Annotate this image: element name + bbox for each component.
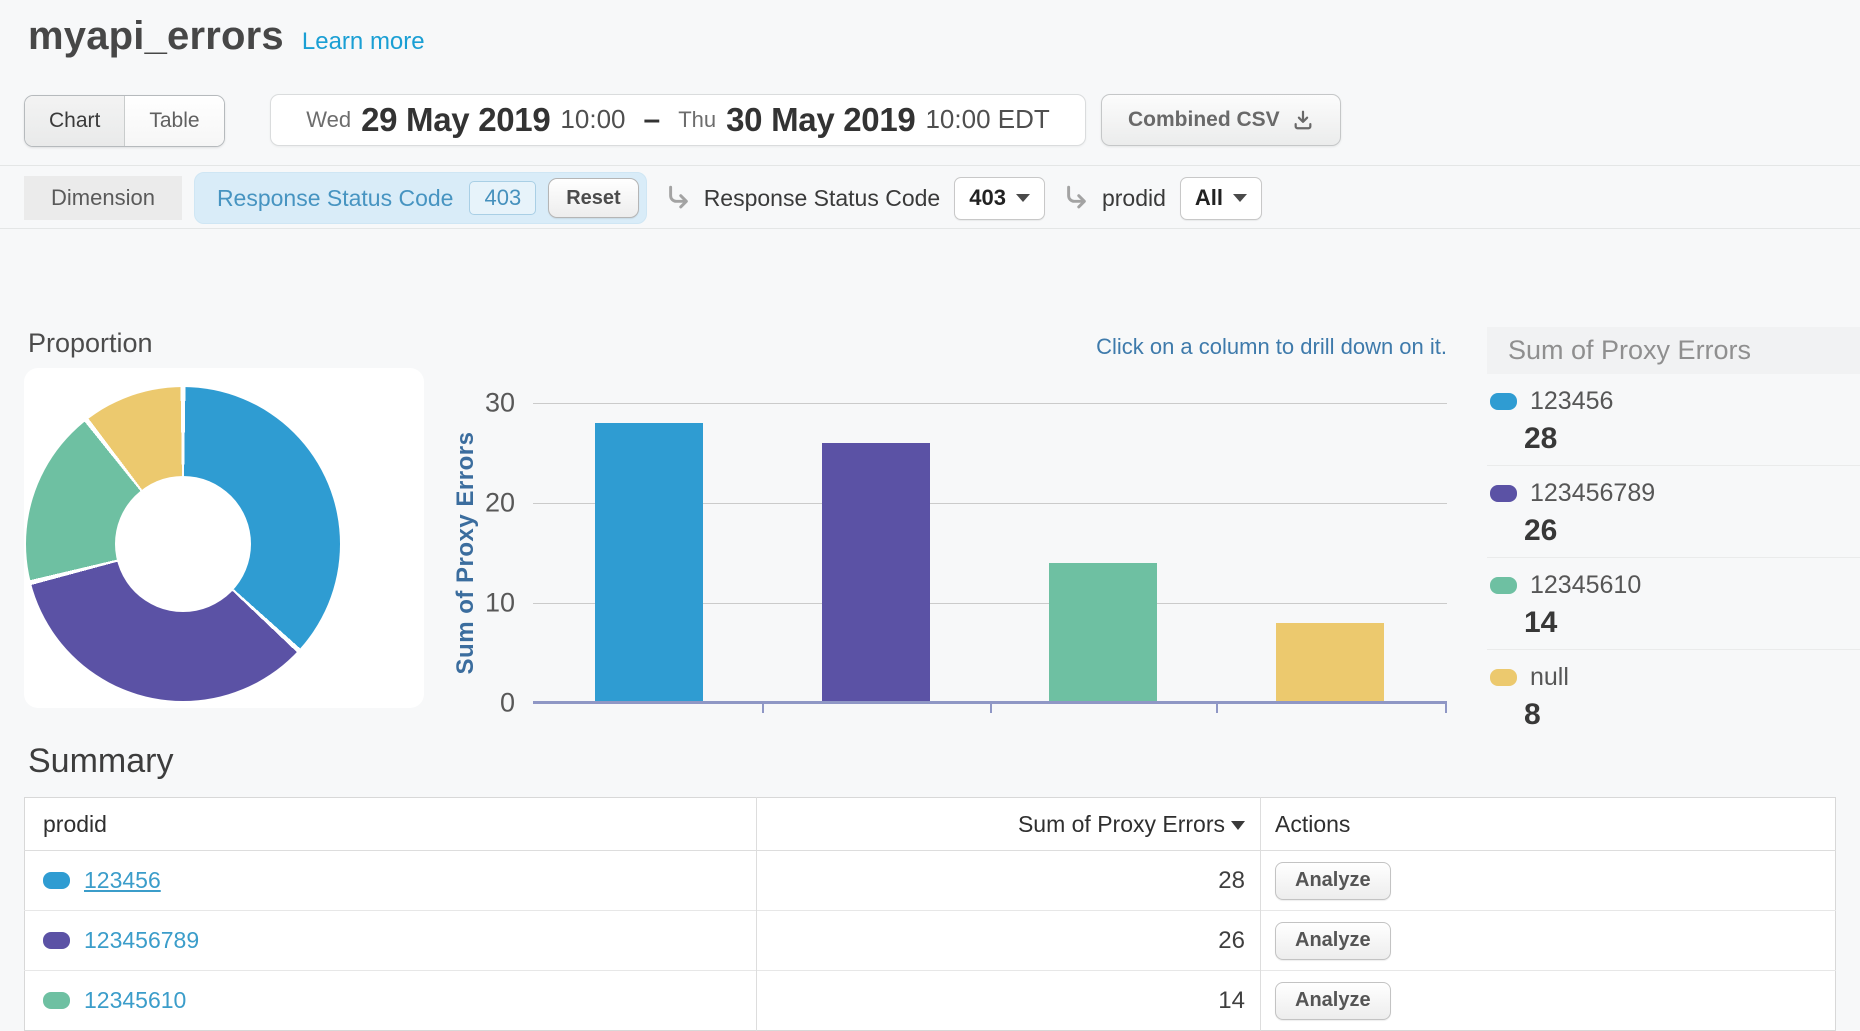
- drilldown-arrow-icon: [665, 185, 692, 212]
- prodid-dropdown[interactable]: All: [1180, 177, 1262, 220]
- active-filter-chip: Response Status Code 403 Reset: [194, 172, 647, 224]
- column-header-actions: Actions: [1261, 798, 1836, 851]
- dimension-label: Dimension: [24, 176, 182, 220]
- analyze-button[interactable]: Analyze: [1275, 862, 1391, 900]
- row-value: 14: [757, 971, 1261, 1031]
- date-range-picker[interactable]: Wed 29 May 2019 10:00 – Thu 30 May 2019 …: [270, 94, 1086, 146]
- chevron-down-icon: [1233, 194, 1247, 202]
- x-axis-tick: [990, 704, 992, 713]
- legend-label: null: [1530, 663, 1569, 692]
- summary-table: prodid Sum of Proxy Errors Actions 12345…: [24, 797, 1836, 1031]
- status-code-dropdown-value: 403: [969, 185, 1006, 211]
- report-header: myapi_errors Learn more: [28, 14, 425, 59]
- row-color-chip: [43, 932, 70, 949]
- tab-table[interactable]: Table: [124, 96, 223, 146]
- drilldown-dimension-name: prodid: [1102, 185, 1166, 212]
- legend-color-chip: [1490, 577, 1517, 594]
- table-row: 123456789 26 Analyze: [25, 911, 1836, 971]
- date-start-day: Wed: [306, 107, 351, 133]
- divider-top: [0, 165, 1860, 166]
- legend-label: 12345610: [1530, 571, 1641, 600]
- y-tick-label: 10: [390, 588, 515, 619]
- gridline: [533, 403, 1447, 404]
- x-axis-tick: [762, 704, 764, 713]
- prodid-dropdown-value: All: [1195, 185, 1223, 211]
- prodid-link[interactable]: 123456: [84, 867, 161, 894]
- combined-csv-label: Combined CSV: [1128, 108, 1280, 132]
- summary-title: Summary: [28, 742, 173, 781]
- download-icon: [1292, 109, 1314, 131]
- date-end-date: 30 May 2019: [726, 101, 915, 139]
- legend-color-chip: [1490, 669, 1517, 686]
- legend-entry: null 8: [1487, 650, 1860, 741]
- drilldown-arrow-icon: [1063, 185, 1090, 212]
- combined-csv-button[interactable]: Combined CSV: [1101, 94, 1341, 146]
- row-value: 26: [757, 911, 1261, 971]
- legend-entry: 123456 28: [1487, 374, 1860, 466]
- filter-value-badge: 403: [469, 181, 536, 215]
- legend-value: 14: [1524, 606, 1860, 640]
- bar-null[interactable]: [1276, 623, 1384, 703]
- dimension-bar: Dimension Response Status Code 403 Reset…: [24, 172, 1262, 224]
- drilldown-hint: Click on a column to drill down on it.: [900, 334, 1447, 360]
- row-color-chip: [43, 992, 70, 1009]
- date-start-date: 29 May 2019: [361, 101, 550, 139]
- table-row: 123456 28 Analyze: [25, 851, 1836, 911]
- donut-chart[interactable]: [26, 387, 340, 701]
- y-tick-label: 30: [390, 388, 515, 419]
- legend-entry: 12345610 14: [1487, 558, 1860, 650]
- legend-value: 26: [1524, 514, 1860, 548]
- chart-legend: Sum of Proxy Errors 123456 28 123456789 …: [1487, 327, 1860, 741]
- view-toggle: Chart Table: [24, 95, 225, 147]
- column-header-prodid: prodid: [25, 798, 757, 851]
- divider-dimension: [0, 228, 1860, 229]
- legend-label: 123456789: [1530, 479, 1655, 508]
- donut-hole: [115, 476, 251, 612]
- date-end-time: 10:00 EDT: [925, 104, 1049, 135]
- bar-123456789[interactable]: [822, 443, 930, 703]
- x-axis-tick: [1216, 704, 1218, 713]
- legend-title: Sum of Proxy Errors: [1487, 327, 1860, 374]
- status-code-dropdown[interactable]: 403: [954, 177, 1045, 220]
- tab-chart[interactable]: Chart: [25, 96, 124, 146]
- prodid-link[interactable]: 123456789: [84, 927, 199, 954]
- prodid-link[interactable]: 12345610: [84, 987, 186, 1014]
- bar-123456[interactable]: [595, 423, 703, 703]
- legend-color-chip: [1490, 485, 1517, 502]
- date-end-day: Thu: [678, 107, 716, 133]
- legend-value: 28: [1524, 422, 1860, 456]
- bar-12345610[interactable]: [1049, 563, 1157, 703]
- row-color-chip: [43, 872, 70, 889]
- learn-more-link[interactable]: Learn more: [302, 28, 425, 56]
- row-value: 28: [757, 851, 1261, 911]
- filter-name: Response Status Code: [217, 185, 454, 212]
- date-start-time: 10:00: [560, 104, 625, 135]
- legend-entry: 123456789 26: [1487, 466, 1860, 558]
- x-axis-tick: [1445, 704, 1447, 713]
- legend-color-chip: [1490, 393, 1517, 410]
- drilldown-dimension-name: Response Status Code: [704, 185, 941, 212]
- proportion-card: [24, 368, 424, 708]
- legend-label: 123456: [1530, 387, 1613, 416]
- y-tick-label: 20: [390, 488, 515, 519]
- proportion-title: Proportion: [28, 328, 153, 359]
- y-tick-label: 0: [390, 688, 515, 719]
- page-title: myapi_errors: [28, 14, 284, 59]
- reset-button[interactable]: Reset: [548, 178, 638, 218]
- date-range-separator: –: [644, 103, 661, 137]
- analyze-button[interactable]: Analyze: [1275, 922, 1391, 960]
- column-header-sum[interactable]: Sum of Proxy Errors: [757, 798, 1261, 851]
- legend-value: 8: [1524, 698, 1860, 732]
- summary-header-row: prodid Sum of Proxy Errors Actions: [25, 798, 1836, 851]
- analyze-button[interactable]: Analyze: [1275, 982, 1391, 1020]
- chevron-down-icon: [1016, 194, 1030, 202]
- table-row: 12345610 14 Analyze: [25, 971, 1836, 1031]
- sort-desc-icon: [1231, 821, 1245, 830]
- y-axis-title: Sum of Proxy Errors: [452, 432, 480, 675]
